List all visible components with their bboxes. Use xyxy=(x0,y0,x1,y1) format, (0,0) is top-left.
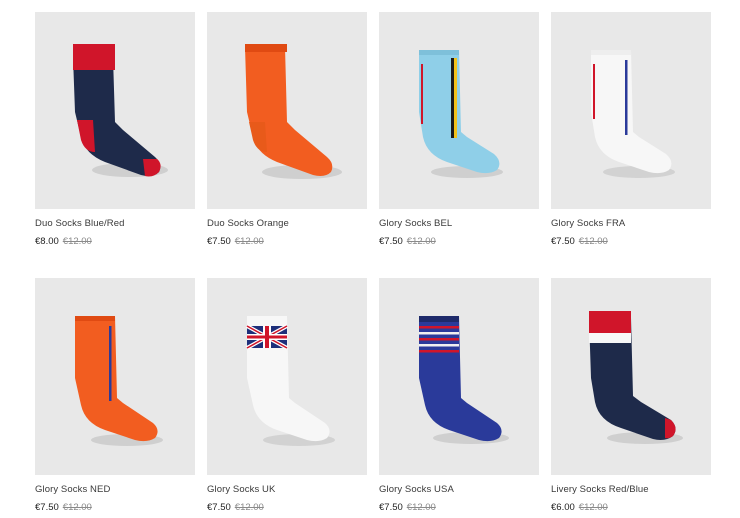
product-prices: €6.00 €12.00 xyxy=(551,502,711,513)
product-card[interactable]: Glory Socks BEL €7.50 €12.00 xyxy=(379,12,539,278)
product-image[interactable] xyxy=(207,12,367,209)
product-name[interactable]: Glory Socks UK xyxy=(207,484,367,495)
sock-glory-fra-image xyxy=(591,50,675,178)
product-name[interactable]: Glory Socks NED xyxy=(35,484,195,495)
product-image[interactable] xyxy=(379,12,539,209)
product-prices: €7.50 €12.00 xyxy=(379,236,539,247)
sale-price: €8.00 xyxy=(35,236,59,247)
product-name[interactable]: Duo Socks Orange xyxy=(207,218,367,229)
original-price: €12.00 xyxy=(62,502,92,513)
sale-price: €7.50 xyxy=(207,236,231,247)
product-card[interactable]: Glory Socks USA €7.50 €12.00 xyxy=(379,278,539,518)
product-card[interactable]: Duo Socks Blue/Red €8.00 €12.00 xyxy=(35,12,195,278)
sale-price: €7.50 xyxy=(207,502,231,513)
product-image[interactable] xyxy=(35,278,195,475)
product-image[interactable] xyxy=(379,278,539,475)
product-image[interactable] xyxy=(35,12,195,209)
sale-price: €7.50 xyxy=(379,502,403,513)
sock-duo-blue-red-image xyxy=(73,44,168,177)
product-card[interactable]: Glory Socks NED €7.50 €12.00 xyxy=(35,278,195,518)
original-price: €12.00 xyxy=(234,236,264,247)
product-prices: €8.00 €12.00 xyxy=(35,236,195,247)
sale-price: €7.50 xyxy=(35,502,59,513)
product-image[interactable] xyxy=(207,278,367,475)
sock-glory-uk-image xyxy=(246,316,335,446)
original-price: €12.00 xyxy=(62,236,92,247)
product-prices: €7.50 €12.00 xyxy=(207,502,367,513)
product-card[interactable]: Glory Socks UK €7.50 €12.00 xyxy=(207,278,367,518)
product-prices: €7.50 €12.00 xyxy=(551,236,711,247)
original-price: €12.00 xyxy=(578,502,608,513)
original-price: €12.00 xyxy=(406,236,436,247)
sale-price: €7.50 xyxy=(379,236,403,247)
product-card[interactable]: Livery Socks Red/Blue €6.00 €12.00 xyxy=(551,278,711,518)
sock-glory-bel-image xyxy=(419,50,503,178)
sock-duo-orange-image xyxy=(245,44,342,179)
sock-glory-usa-image xyxy=(419,316,509,444)
product-name[interactable]: Glory Socks USA xyxy=(379,484,539,495)
product-prices: €7.50 €12.00 xyxy=(35,502,195,513)
product-name[interactable]: Duo Socks Blue/Red xyxy=(35,218,195,229)
product-grid: Duo Socks Blue/Red €8.00 €12.00 Duo Socks… xyxy=(35,12,711,518)
product-card[interactable]: Glory Socks FRA €7.50 €12.00 xyxy=(551,12,711,278)
product-prices: €7.50 €12.00 xyxy=(207,236,367,247)
sale-price: €6.00 xyxy=(551,502,575,513)
sock-glory-ned-image xyxy=(75,316,163,446)
original-price: €12.00 xyxy=(234,502,264,513)
product-image[interactable] xyxy=(551,278,711,475)
sock-livery-red-blue-image xyxy=(589,311,683,444)
original-price: €12.00 xyxy=(406,502,436,513)
product-name[interactable]: Glory Socks BEL xyxy=(379,218,539,229)
product-name[interactable]: Livery Socks Red/Blue xyxy=(551,484,711,495)
product-image[interactable] xyxy=(551,12,711,209)
product-name[interactable]: Glory Socks FRA xyxy=(551,218,711,229)
sale-price: €7.50 xyxy=(551,236,575,247)
original-price: €12.00 xyxy=(578,236,608,247)
product-prices: €7.50 €12.00 xyxy=(379,502,539,513)
product-card[interactable]: Duo Socks Orange €7.50 €12.00 xyxy=(207,12,367,278)
